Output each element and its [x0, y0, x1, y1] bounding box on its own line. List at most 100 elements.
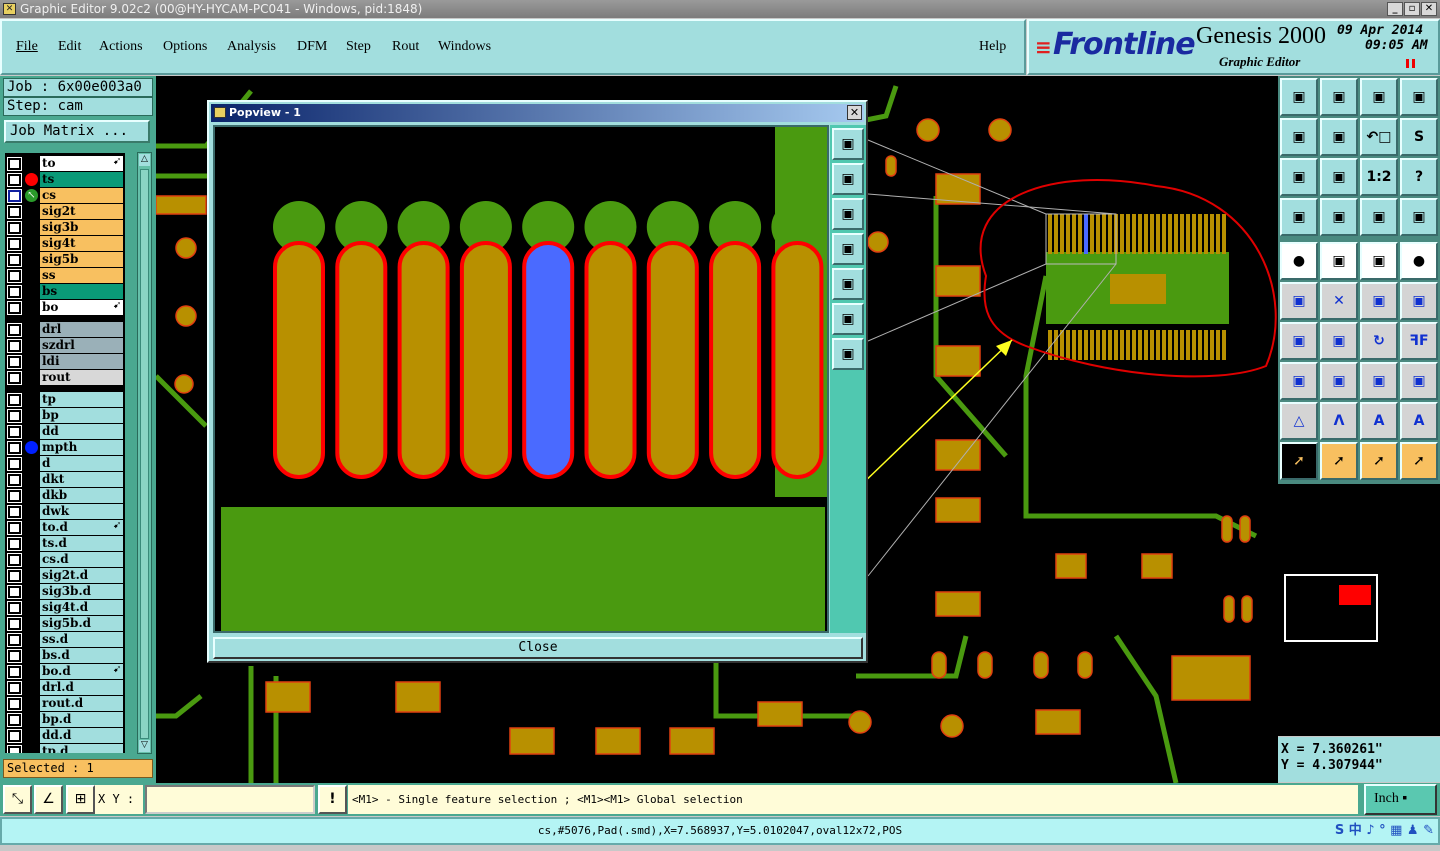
menu-analysis[interactable]: Analysis	[227, 39, 276, 55]
select-poly-icon[interactable]: ➚	[1360, 442, 1398, 480]
layer-row-d[interactable]: d	[5, 456, 125, 472]
layer-row-dd[interactable]: dd	[5, 424, 125, 440]
mirror-icon[interactable]: ꟻF	[1400, 322, 1438, 360]
layer-row-sig5b.d[interactable]: sig5b.d	[5, 616, 125, 632]
menu-options[interactable]: Options	[163, 39, 207, 55]
layer-name[interactable]: tp.d	[40, 744, 123, 753]
layer-name[interactable]: dkb	[40, 488, 123, 503]
arc3-icon[interactable]: A	[1360, 402, 1398, 440]
zoom-out-icon[interactable]: ▣	[1280, 158, 1318, 196]
layer-checkbox[interactable]	[7, 237, 22, 251]
minimap-viewport[interactable]	[1339, 585, 1371, 605]
pause-icon[interactable]	[1406, 59, 1415, 68]
layer-name[interactable]: dwk	[40, 504, 123, 519]
menu-step[interactable]: Step	[346, 39, 371, 55]
layer-checkbox[interactable]	[7, 553, 22, 567]
scroll-thumb[interactable]	[140, 169, 149, 739]
units-dropdown[interactable]: Inch ▪	[1364, 784, 1437, 815]
help-icon[interactable]: ?	[1400, 158, 1438, 196]
layer-name[interactable]: szdrl	[40, 338, 123, 353]
layer-checkbox[interactable]	[7, 697, 22, 711]
tools-icon[interactable]: ▣	[1280, 198, 1318, 236]
layer-row-sig5b[interactable]: sig5b	[5, 252, 125, 268]
layer-row-sig4t[interactable]: sig4t	[5, 236, 125, 252]
layer-row-to.d[interactable]: to.d ➹	[5, 520, 125, 536]
arc4-icon[interactable]: A	[1400, 402, 1438, 440]
select-net-icon[interactable]: ➚	[1400, 442, 1438, 480]
layer-checkbox[interactable]	[7, 339, 22, 353]
connect-icon[interactable]: ▣	[1280, 282, 1318, 320]
grid-xy-icon[interactable]: ▣	[1400, 78, 1438, 116]
exclaim-button[interactable]: !	[318, 785, 347, 814]
menu-file[interactable]: File	[16, 39, 38, 55]
layer-row-dkb[interactable]: dkb	[5, 488, 125, 504]
select-pointer-icon[interactable]: ➚	[1280, 442, 1318, 480]
layer-row-szdrl[interactable]: szdrl	[5, 338, 125, 354]
pan-right-icon[interactable]: ▣	[832, 268, 864, 300]
select-box-icon[interactable]: ➚	[1320, 442, 1358, 480]
layer-checkbox[interactable]	[7, 649, 22, 663]
snap-icon[interactable]: S	[1400, 118, 1438, 156]
zoom-fit-icon[interactable]: ▣	[832, 128, 864, 160]
layer-row-bs.d[interactable]: bs.d	[5, 648, 125, 664]
layer-name[interactable]: bo	[40, 300, 123, 315]
layer-name[interactable]: sig2t	[40, 204, 123, 219]
layer-row-sig3b[interactable]: sig3b	[5, 220, 125, 236]
layer-name[interactable]: ts	[40, 172, 123, 187]
layer-name[interactable]: sig5b.d	[40, 616, 123, 631]
layer-checkbox[interactable]	[7, 323, 22, 337]
layer-name[interactable]: tp	[40, 392, 123, 407]
layer-row-ts.d[interactable]: ts.d	[5, 536, 125, 552]
netlist-icon[interactable]: ▣	[1360, 198, 1398, 236]
layer-checkbox[interactable]	[7, 665, 22, 679]
merge-icon[interactable]: ▣	[1400, 362, 1438, 400]
layer-checkbox[interactable]	[7, 425, 22, 439]
layer-list-scrollbar[interactable]: △ ▽	[137, 152, 152, 754]
layer-row-bp.d[interactable]: bp.d	[5, 712, 125, 728]
layer-name[interactable]: bs.d	[40, 648, 123, 663]
pan-left-icon[interactable]: ▣	[832, 233, 864, 265]
layer-row-ss.d[interactable]: ss.d	[5, 632, 125, 648]
xy-input[interactable]	[145, 785, 315, 814]
layer-checkbox[interactable]	[7, 189, 22, 203]
menu-rout[interactable]: Rout	[392, 39, 419, 55]
move-icon[interactable]: ▣	[1360, 282, 1398, 320]
layer-name[interactable]: ss	[40, 268, 123, 283]
layer-checkbox[interactable]	[7, 441, 22, 455]
layer-checkbox[interactable]	[7, 221, 22, 235]
layer-name[interactable]: cs	[40, 188, 123, 203]
popview-title-bar[interactable]: Popview - 1 ✕	[211, 104, 864, 122]
layer-row-mpth[interactable]: mpth	[5, 440, 125, 456]
pan-down-icon[interactable]: ▣	[832, 198, 864, 230]
menu-dfm[interactable]: DFM	[297, 39, 327, 55]
pan-left-icon[interactable]: ▣	[1280, 118, 1318, 156]
pad-select-icon[interactable]: ●	[1400, 242, 1438, 280]
undo-zoom-icon[interactable]: ↶□	[1360, 118, 1398, 156]
line-icon[interactable]: ▣	[1280, 322, 1318, 360]
layer-checkbox[interactable]	[7, 269, 22, 283]
layer-name[interactable]: sig3b	[40, 220, 123, 235]
popview-canvas[interactable]	[213, 125, 829, 633]
menu-help[interactable]: Help	[979, 39, 1006, 55]
layer-checkbox[interactable]	[7, 745, 22, 753]
layer-row-dwk[interactable]: dwk	[5, 504, 125, 520]
layer-checkbox[interactable]	[7, 355, 22, 369]
layer-row-sig2t.d[interactable]: sig2t.d	[5, 568, 125, 584]
layer-row-tp[interactable]: tp	[5, 392, 125, 408]
layer-checkbox[interactable]	[7, 633, 22, 647]
layer-row-ts[interactable]: ts	[5, 172, 125, 188]
menu-edit[interactable]: Edit	[58, 39, 81, 55]
layer-row-cs.d[interactable]: cs.d	[5, 552, 125, 568]
layer-checkbox[interactable]	[7, 521, 22, 535]
layer-checkbox[interactable]	[7, 489, 22, 503]
scale-icon[interactable]: 1:2	[1360, 158, 1398, 196]
popview-close-button[interactable]: Close	[213, 637, 863, 659]
layer-row-ldi[interactable]: ldi	[5, 354, 125, 370]
grid-icon[interactable]: ⊞	[66, 785, 95, 814]
job-matrix-button[interactable]: Job Matrix ...	[4, 120, 150, 143]
layer-name[interactable]: ss.d	[40, 632, 123, 647]
pan-up-icon[interactable]: ▣	[832, 163, 864, 195]
minimap[interactable]	[1278, 484, 1440, 736]
layer-name[interactable]: sig2t.d	[40, 568, 123, 583]
resize-icon[interactable]: ▣	[1360, 362, 1398, 400]
